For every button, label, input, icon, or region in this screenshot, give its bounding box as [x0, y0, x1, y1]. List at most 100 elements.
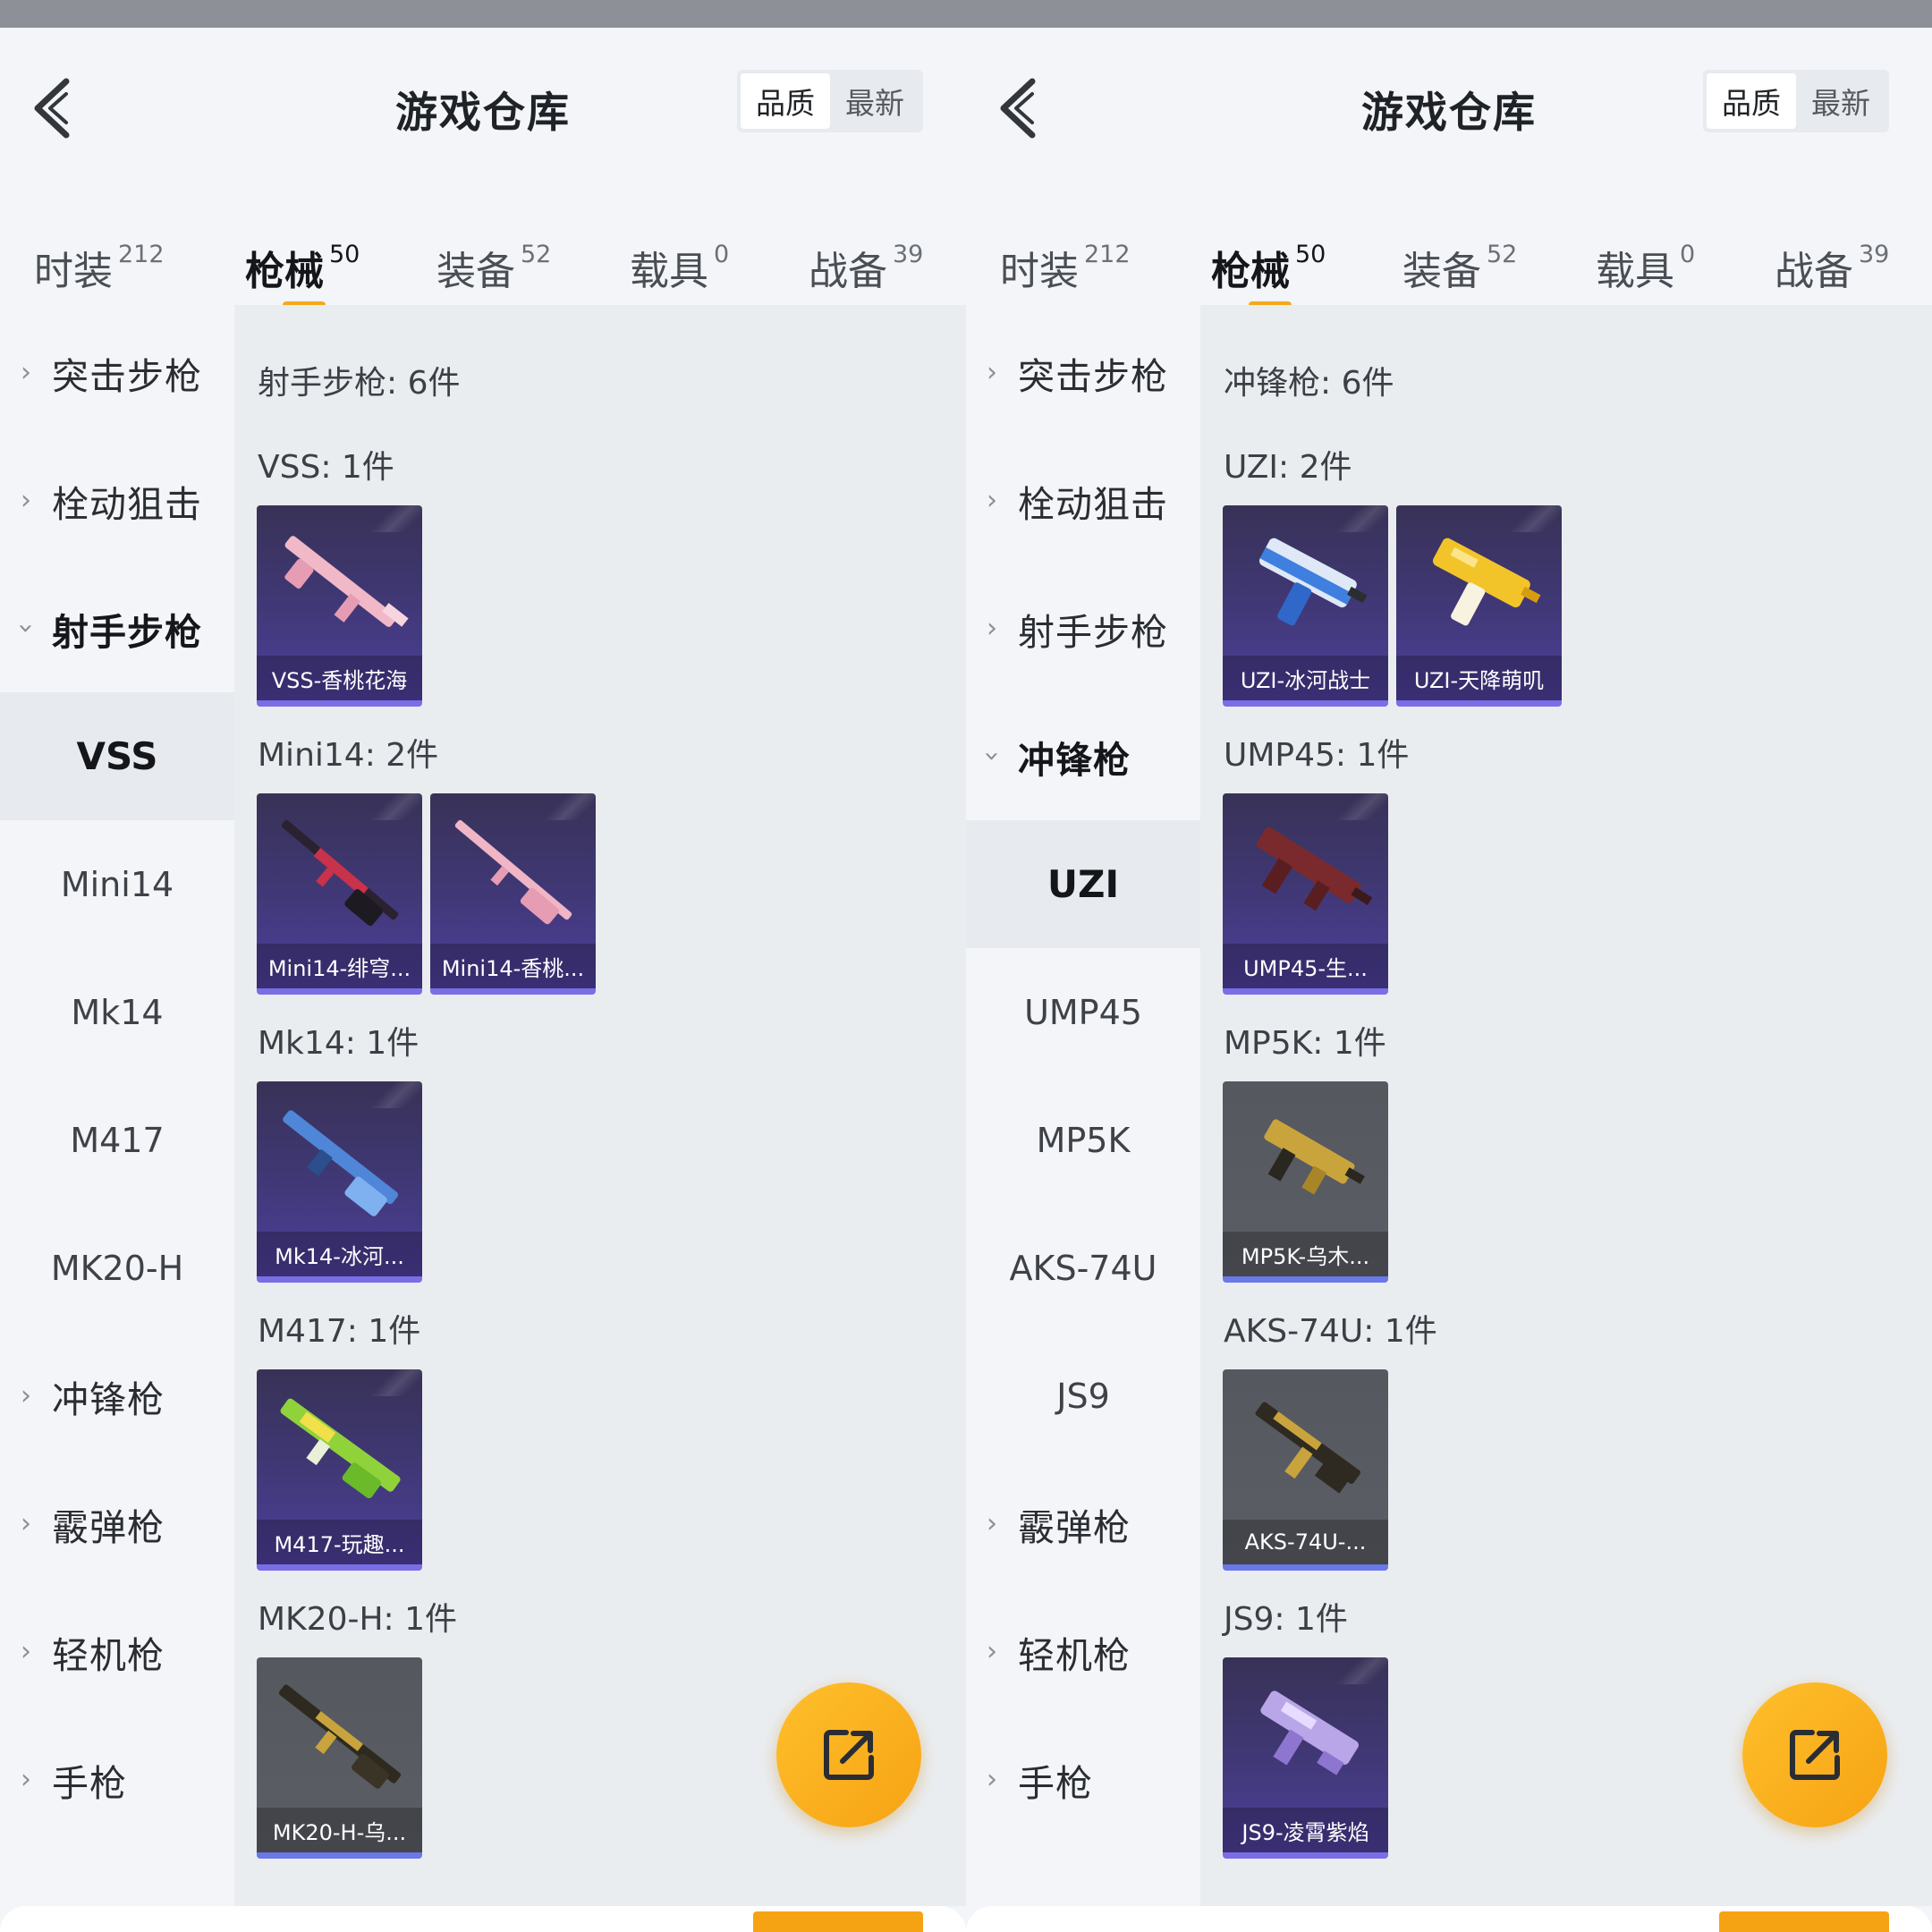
category-shotgun[interactable]: › 霰弹枪	[966, 1460, 1200, 1588]
warehouse-panel-left: 游戏仓库 品质 最新 时装 212 枪械 50 装备 52 载具 0 战备 39 › 突击步…	[0, 28, 966, 1932]
tab-equipment[interactable]: 装备 52	[436, 207, 551, 314]
tab-count: 212	[1084, 241, 1131, 268]
item-card[interactable]: AKS-74U-...	[1223, 1369, 1388, 1571]
sub-item-aks74u[interactable]: AKS-74U	[966, 1204, 1200, 1332]
sub-item-mini14[interactable]: Mini14	[0, 820, 234, 948]
status-bar	[0, 0, 1932, 28]
bottom-action-button[interactable]	[753, 1911, 923, 1932]
item-card[interactable]: Mk14-冰河...	[257, 1081, 422, 1283]
tab-firearms[interactable]: 枪械 50	[245, 207, 360, 314]
category-shotgun[interactable]: › 霰弹枪	[0, 1460, 234, 1588]
tab-count: 50	[1295, 241, 1326, 268]
chevron-right-icon: ›	[21, 1636, 31, 1667]
category-assault-rifle[interactable]: › 突击步枪	[0, 309, 234, 436]
mp5k-skin-icon	[1264, 1119, 1365, 1195]
item-card[interactable]: Mini14-绯穹...	[257, 793, 422, 995]
tab-fashion[interactable]: 时装 212	[1000, 207, 1131, 314]
item-card[interactable]: MP5K-乌木...	[1223, 1081, 1388, 1283]
item-name: MP5K-乌木...	[1223, 1232, 1388, 1276]
tab-vehicles[interactable]: 载具 0	[630, 207, 729, 314]
item-name: UZI-冰河战士	[1223, 656, 1388, 700]
item-name: UZI-天降萌叽	[1396, 656, 1562, 700]
item-card[interactable]: Mini14-香桃...	[430, 793, 596, 995]
section-title: AKS-74U: 1件	[1224, 1313, 1437, 1350]
item-name: JS9-凌霄紫焰	[1223, 1808, 1388, 1852]
item-card[interactable]: M417-玩趣...	[257, 1369, 422, 1571]
sub-item-mp5k[interactable]: MP5K	[966, 1076, 1200, 1204]
chevron-right-icon: ›	[21, 1380, 31, 1411]
item-name: AKS-74U-...	[1223, 1520, 1388, 1564]
category-pistol[interactable]: › 手枪	[966, 1716, 1200, 1843]
sub-item-mk20h[interactable]: MK20-H	[0, 1204, 234, 1332]
tab-supplies[interactable]: 战备 39	[1775, 207, 1889, 314]
sub-item-uzi[interactable]: UZI	[966, 820, 1200, 948]
tab-fashion[interactable]: 时装 212	[34, 207, 165, 314]
category-label: 手枪	[52, 1761, 127, 1805]
sub-item-ump45[interactable]: UMP45	[966, 948, 1200, 1076]
category-bolt-sniper[interactable]: › 栓动狙击	[0, 436, 234, 564]
category-label: 射手步枪	[52, 610, 202, 654]
aks74u-skin-icon	[1255, 1402, 1361, 1494]
category-pistol[interactable]: › 手枪	[0, 1716, 234, 1843]
category-marksman-rifle[interactable]: › 射手步枪	[0, 564, 234, 692]
warehouse-panel-right: 游戏仓库 品质 最新 时装 212 枪械 50 装备 52 载具 0 战备 39 › 突击步…	[966, 28, 1932, 1932]
item-name: UMP45-生...	[1223, 944, 1388, 988]
item-name: M417-玩趣...	[257, 1520, 422, 1564]
section-title: Mk14: 1件	[258, 1025, 419, 1062]
category-smg[interactable]: › 冲锋枪	[966, 692, 1200, 820]
item-grid: 冲锋枪: 6件 UZI: 2件 UZI-冰河战士 UZI-天降萌叽 UMP45:…	[1200, 305, 1932, 1906]
category-lmg[interactable]: › 轻机枪	[0, 1588, 234, 1716]
chevron-right-icon: ›	[21, 1508, 31, 1539]
bottom-action-button[interactable]	[1719, 1911, 1889, 1932]
sub-item-vss[interactable]: VSS	[0, 692, 234, 820]
sort-toggle: 品质 最新	[1703, 70, 1889, 132]
category-bolt-sniper[interactable]: › 栓动狙击	[966, 436, 1200, 564]
item-name: MK20-H-乌...	[257, 1808, 422, 1852]
category-marksman-rifle[interactable]: › 射手步枪	[966, 564, 1200, 692]
tab-equipment[interactable]: 装备 52	[1402, 207, 1517, 314]
item-card[interactable]: JS9-凌霄紫焰	[1223, 1657, 1388, 1859]
item-card[interactable]: UZI-冰河战士	[1223, 505, 1388, 707]
ump45-skin-icon	[1256, 826, 1373, 911]
vss-skin-icon	[284, 536, 409, 627]
tab-label: 枪械	[245, 249, 324, 294]
sub-item-m417[interactable]: M417	[0, 1076, 234, 1204]
uzi-skin-icon	[1258, 538, 1368, 626]
category-label: 轻机枪	[52, 1633, 165, 1677]
header: 游戏仓库 品质 最新	[0, 28, 966, 180]
sort-newest[interactable]: 最新	[830, 73, 919, 129]
category-smg[interactable]: › 冲锋枪	[0, 1332, 234, 1460]
m417-skin-icon	[280, 1398, 401, 1499]
item-name: Mini14-香桃...	[430, 944, 596, 988]
tab-label: 载具	[630, 249, 708, 294]
sort-quality[interactable]: 品质	[1707, 73, 1796, 129]
chevron-right-icon: ›	[987, 357, 997, 388]
category-label: 冲锋枪	[52, 1377, 165, 1421]
sort-quality[interactable]: 品质	[741, 73, 830, 129]
item-card[interactable]: MK20-H-乌...	[257, 1657, 422, 1859]
chevron-down-icon: ›	[976, 750, 1008, 762]
sub-item-js9[interactable]: JS9	[966, 1332, 1200, 1460]
tab-count: 39	[893, 241, 924, 268]
category-assault-rifle[interactable]: › 突击步枪	[966, 309, 1200, 436]
tab-count: 0	[714, 241, 730, 268]
item-card[interactable]: UZI-天降萌叽	[1396, 505, 1562, 707]
tab-label: 时装	[1000, 249, 1079, 294]
tab-count: 212	[118, 241, 165, 268]
category-label: 霰弹枪	[1018, 1505, 1131, 1549]
tab-firearms[interactable]: 枪械 50	[1211, 207, 1326, 314]
tab-vehicles[interactable]: 载具 0	[1596, 207, 1695, 314]
item-card[interactable]: UMP45-生...	[1223, 793, 1388, 995]
tab-bar: 时装 212 枪械 50 装备 52 载具 0 战备 39	[966, 207, 1932, 314]
item-name: Mk14-冰河...	[257, 1232, 422, 1276]
tab-supplies[interactable]: 战备 39	[809, 207, 923, 314]
share-button[interactable]	[776, 1682, 921, 1827]
share-button[interactable]	[1742, 1682, 1887, 1827]
category-lmg[interactable]: › 轻机枪	[966, 1588, 1200, 1716]
category-label: 冲锋枪	[1018, 738, 1131, 782]
item-card[interactable]: VSS-香桃花海	[257, 505, 422, 707]
sort-newest[interactable]: 最新	[1796, 73, 1885, 129]
sub-item-mk14[interactable]: Mk14	[0, 948, 234, 1076]
category-label: 手枪	[1018, 1761, 1093, 1805]
tab-label: 载具	[1596, 249, 1674, 294]
